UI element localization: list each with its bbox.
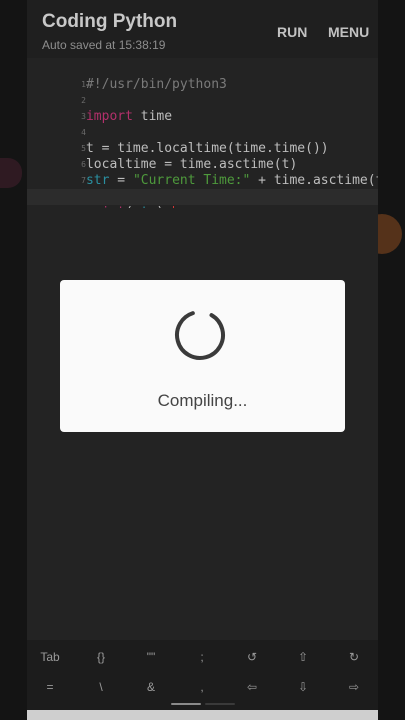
app-title: Coding Python	[42, 11, 178, 32]
code-text: time	[132, 109, 173, 124]
arrow-left-icon[interactable]: ⇦	[227, 680, 277, 694]
shift-icon[interactable]: ⇧	[278, 650, 328, 664]
arrow-right-icon[interactable]: ⇨	[329, 680, 378, 694]
code-line: 5t = time.localtime(time.time())	[27, 125, 328, 156]
key-ampersand[interactable]: &	[126, 680, 176, 694]
key-tab[interactable]: Tab	[27, 650, 75, 664]
code-line: 8	[27, 173, 86, 201]
key-comma[interactable]: ,	[177, 680, 227, 694]
redo-icon[interactable]: ↻	[329, 650, 378, 664]
key-braces[interactable]: {}	[76, 650, 126, 664]
code-line-current: 9print(str);	[27, 189, 378, 220]
symbol-keyboard-bar: Tab {} "" ; ↺ ⇧ ↻ = \ & , ⇦ ⇩ ⇨	[27, 640, 378, 710]
background-left	[0, 0, 27, 720]
key-quotes[interactable]: ""	[126, 650, 176, 664]
background-right	[378, 0, 405, 720]
toolbar: Coding Python Auto saved at 15:38:19 RUN…	[27, 0, 378, 58]
loading-spinner-icon	[175, 310, 225, 360]
code-line: 2	[27, 77, 86, 105]
code-line: 7str = "Current Time:" + time.asctime(t)	[27, 157, 378, 188]
code-text: =	[109, 173, 133, 188]
code-line: 3import time	[27, 93, 172, 124]
key-backslash[interactable]: \	[76, 680, 126, 694]
undo-icon[interactable]: ↺	[227, 650, 277, 664]
code-line: 1#!/usr/bin/python3	[27, 61, 227, 92]
run-button[interactable]: RUN	[277, 24, 307, 40]
app-window: Coding Python Auto saved at 15:38:19 RUN…	[27, 0, 378, 720]
menu-button[interactable]: MENU	[328, 24, 369, 40]
key-equals[interactable]: =	[27, 680, 75, 694]
autosave-status: Auto saved at 15:38:19	[42, 38, 166, 52]
code-line: 4	[27, 109, 86, 137]
code-line: 6localtime = time.asctime(t)	[27, 141, 297, 172]
compiling-dialog: Compiling...	[60, 280, 345, 432]
keyword-token: import	[85, 109, 133, 124]
arrow-down-icon[interactable]: ⇩	[278, 680, 328, 694]
key-semicolon[interactable]: ;	[177, 650, 227, 664]
code-editor[interactable]: 1#!/usr/bin/python3 2 3import time 4 5t …	[27, 58, 378, 220]
nav-handle-secondary	[205, 703, 235, 705]
variable-token: str	[85, 173, 110, 188]
bottom-nav-bar	[27, 710, 378, 720]
dialog-message: Compiling...	[157, 391, 248, 410]
string-token: "Current Time:"	[132, 173, 251, 188]
code-text: #!/usr/bin/python3	[85, 77, 227, 92]
nav-handle	[171, 703, 201, 705]
code-text: + time.asctime(t)	[250, 173, 378, 188]
